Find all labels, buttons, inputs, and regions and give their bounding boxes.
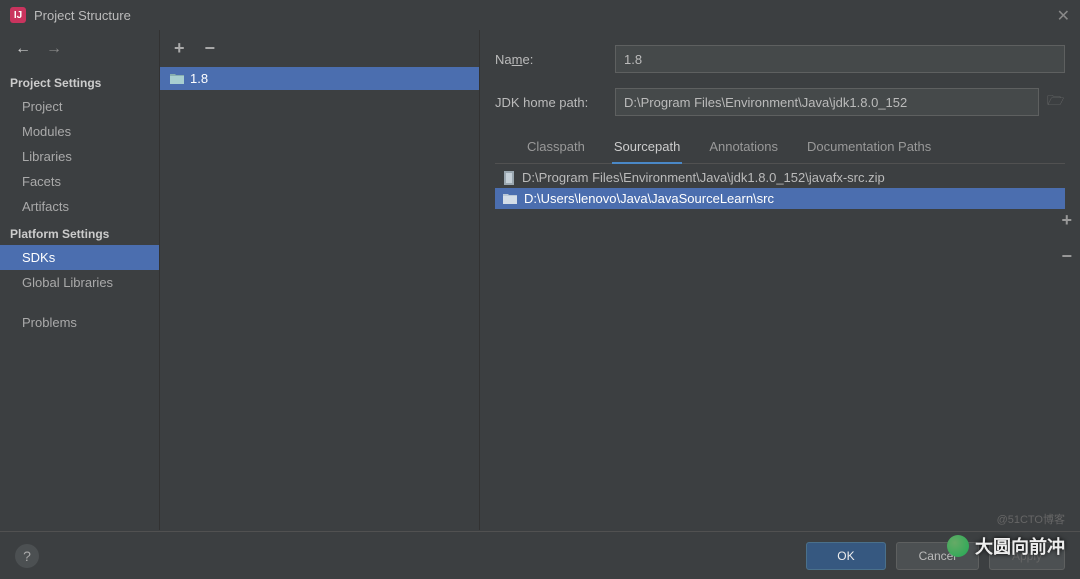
home-path-input[interactable] [615, 88, 1039, 116]
sidebar-item-sdks[interactable]: SDKs [0, 245, 159, 270]
sdk-item-label: 1.8 [190, 71, 208, 86]
back-arrow-icon[interactable]: ← [15, 40, 31, 58]
section-project-settings: Project Settings [0, 68, 159, 94]
sourcepath-row[interactable]: D:\Users\lenovo\Java\JavaSourceLearn\src [495, 188, 1065, 209]
sourcepath-tabs: Classpath Sourcepath Annotations Documen… [495, 131, 1065, 164]
folder-icon [170, 73, 184, 84]
watermark-text: @51CTO博客 [997, 511, 1065, 527]
home-path-label: JDK home path: [495, 95, 615, 110]
section-platform-settings: Platform Settings [0, 219, 159, 245]
sidebar-item-problems[interactable]: Problems [0, 310, 159, 335]
archive-icon [503, 171, 515, 185]
dialog-footer: ? OK Cancel Apply [0, 531, 1080, 579]
add-path-button[interactable]: + [1061, 210, 1072, 231]
name-input[interactable] [615, 45, 1065, 73]
titlebar: IJ Project Structure ✕ [0, 0, 1080, 30]
tab-sourcepath[interactable]: Sourcepath [612, 131, 683, 164]
name-label: Name: [495, 52, 615, 67]
detail-panel: Name: JDK home path: 🗁 Classpath Sourcep… [480, 30, 1080, 530]
tab-classpath[interactable]: Classpath [525, 131, 587, 163]
browse-folder-icon[interactable]: 🗁 [1047, 90, 1065, 114]
sourcepath-list: D:\Program Files\Environment\Java\jdk1.8… [495, 167, 1065, 209]
ok-button[interactable]: OK [806, 542, 885, 570]
sidebar-item-project[interactable]: Project [0, 94, 159, 119]
app-icon: IJ [10, 7, 26, 23]
close-icon[interactable]: ✕ [1057, 6, 1070, 26]
sourcepath-text: D:\Program Files\Environment\Java\jdk1.8… [522, 170, 885, 185]
sidebar-item-global-libraries[interactable]: Global Libraries [0, 270, 159, 295]
window-title: Project Structure [34, 8, 131, 23]
apply-button[interactable]: Apply [989, 542, 1065, 570]
remove-sdk-button[interactable]: − [205, 38, 216, 59]
sdk-list-item[interactable]: 1.8 [160, 67, 479, 90]
sidebar-item-artifacts[interactable]: Artifacts [0, 194, 159, 219]
add-sdk-button[interactable]: + [174, 38, 185, 59]
settings-sidebar: ← → Project Settings Project Modules Lib… [0, 30, 160, 530]
sourcepath-text: D:\Users\lenovo\Java\JavaSourceLearn\src [524, 191, 774, 206]
tab-documentation-paths[interactable]: Documentation Paths [805, 131, 933, 163]
tab-annotations[interactable]: Annotations [707, 131, 780, 163]
help-button[interactable]: ? [15, 544, 39, 568]
sdk-list-panel: + − 1.8 [160, 30, 480, 530]
forward-arrow-icon[interactable]: → [46, 40, 62, 58]
sidebar-item-facets[interactable]: Facets [0, 169, 159, 194]
folder-icon [503, 193, 517, 204]
cancel-button[interactable]: Cancel [896, 542, 979, 570]
remove-path-button[interactable]: − [1061, 246, 1072, 267]
sourcepath-row[interactable]: D:\Program Files\Environment\Java\jdk1.8… [495, 167, 1065, 188]
sidebar-item-modules[interactable]: Modules [0, 119, 159, 144]
sidebar-item-libraries[interactable]: Libraries [0, 144, 159, 169]
